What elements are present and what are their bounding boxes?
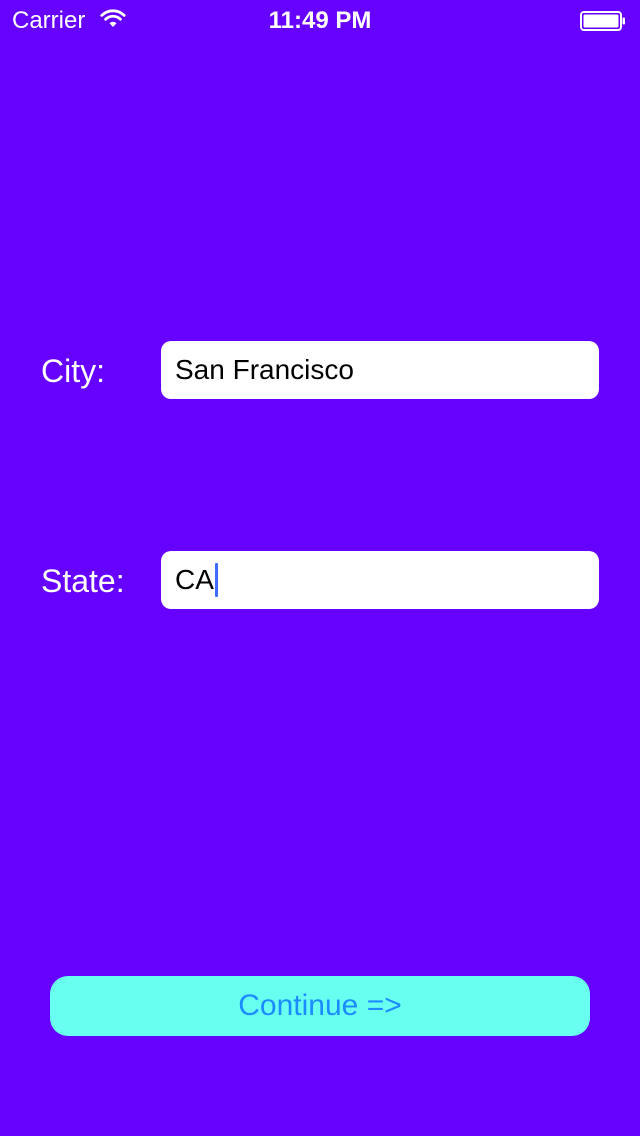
continue-button[interactable]: Continue => [50, 976, 590, 1036]
city-field[interactable]: San Francisco [161, 341, 599, 399]
city-field-value: San Francisco [175, 354, 354, 385]
battery-icon [580, 11, 625, 31]
status-bar: Carrier 11:49 PM [0, 0, 640, 40]
city-label: City: [41, 353, 105, 389]
state-label: State: [41, 563, 125, 599]
state-field[interactable]: CA [161, 551, 599, 609]
state-field-value: CA [175, 564, 214, 595]
text-cursor [214, 563, 218, 597]
status-time: 11:49 PM [268, 7, 372, 34]
continue-button-label: Continue => [238, 989, 402, 1022]
